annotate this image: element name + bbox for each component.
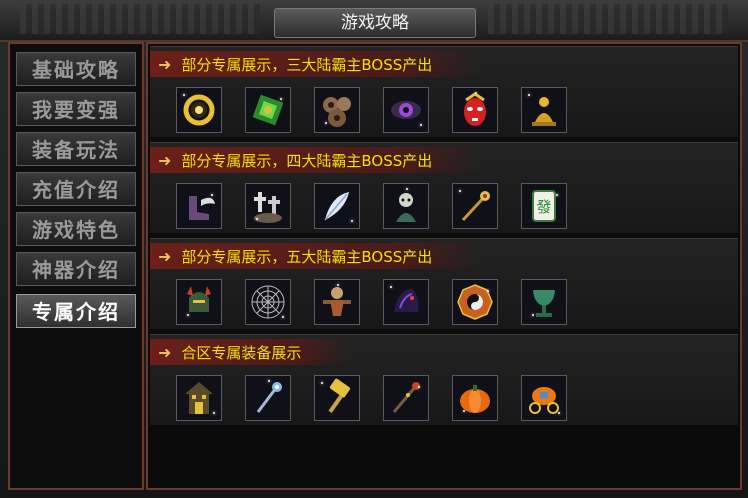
winged-boots-icon[interactable] — [176, 183, 222, 229]
sparkle-icon — [351, 220, 353, 222]
title-bar: 游戏攻略 — [0, 0, 748, 42]
title-ornament-right — [488, 4, 728, 34]
section-banner: ➜ 部分专属展示，四大陆霸主BOSS产出 — [150, 147, 483, 173]
sparkle-icon — [463, 410, 465, 412]
sparkle-icon — [406, 188, 408, 190]
golden-buddha-icon[interactable] — [521, 87, 567, 133]
white-feather-icon[interactable] — [314, 183, 360, 229]
sparkle-icon — [556, 194, 558, 196]
green-chalice-icon[interactable] — [521, 279, 567, 325]
sidebar-item-game-features[interactable]: 游戏特色 — [16, 212, 136, 246]
sparkle-icon — [337, 284, 339, 286]
gear-armor-icon[interactable] — [314, 87, 360, 133]
jade-scroll-icon[interactable] — [245, 87, 291, 133]
sparkle-icon — [532, 314, 534, 316]
spider-web-icon[interactable] — [245, 279, 291, 325]
sidebar-item-basic-guide[interactable]: 基础攻略 — [16, 52, 136, 86]
sparkle-icon — [325, 122, 327, 124]
section-title: 部分专属展示，三大陆霸主BOSS产出 — [181, 55, 433, 74]
sparkle-icon — [459, 190, 461, 192]
content-panel: ➜ 部分专属展示，三大陆霸主BOSS产出 ➜ 部分专属展示，四大陆霸主BOSS产… — [146, 42, 742, 490]
bagua-compass-icon[interactable] — [452, 279, 498, 325]
sparkle-icon — [256, 218, 258, 220]
section-title: 部分专属展示，四大陆霸主BOSS产出 — [181, 151, 433, 170]
pumpkin-carriage-icon[interactable] — [521, 375, 567, 421]
mahjong-tile-icon[interactable]: 發 — [521, 183, 567, 229]
ghost-spirit-icon[interactable] — [383, 183, 429, 229]
section-banner: ➜ 部分专属展示，五大陆霸主BOSS产出 — [150, 243, 483, 269]
sparkle-icon — [420, 124, 422, 126]
sparkle-icon — [558, 412, 560, 414]
guide-window: 游戏攻略 基础攻略 我要变强 装备玩法 充值介绍 游戏特色 神器介绍 专属介绍 … — [0, 0, 748, 498]
arrow-icon: ➜ — [158, 54, 172, 74]
red-mask-icon[interactable] — [452, 87, 498, 133]
sparkle-icon — [183, 94, 185, 96]
golden-hammer-icon[interactable] — [314, 375, 360, 421]
haunted-house-icon[interactable] — [176, 375, 222, 421]
dark-staff-icon[interactable] — [383, 375, 429, 421]
section-3-continent: ➜ 部分专属展示，三大陆霸主BOSS产出 — [150, 46, 738, 137]
section-4-continent: ➜ 部分专属展示，四大陆霸主BOSS产出 發 — [150, 142, 738, 233]
sidebar-item-get-stronger[interactable]: 我要变强 — [16, 92, 136, 126]
sidebar-item-equipment[interactable]: 装备玩法 — [16, 132, 136, 166]
section-title: 部分专属展示，五大陆霸主BOSS产出 — [181, 247, 433, 266]
demon-helmet-icon[interactable] — [176, 279, 222, 325]
sparkle-icon — [487, 290, 489, 292]
section-title: 合区专属装备展示 — [181, 343, 302, 362]
sparkle-icon — [187, 314, 189, 316]
sparkle-icon — [528, 94, 530, 96]
sparkle-icon — [475, 92, 477, 94]
section-5-continent: ➜ 部分专属展示，五大陆霸主BOSS产出 — [150, 238, 738, 329]
arrow-icon: ➜ — [158, 150, 172, 170]
sparkle-icon — [321, 382, 323, 384]
sidebar-item-artifacts[interactable]: 神器介绍 — [16, 252, 136, 286]
sparkle-icon — [213, 412, 215, 414]
sparkle-icon — [390, 286, 392, 288]
gold-ring-icon[interactable] — [176, 87, 222, 133]
section-banner: ➜ 部分专属展示，三大陆霸主BOSS产出 — [150, 51, 483, 77]
sidebar-item-recharge[interactable]: 充值介绍 — [16, 172, 136, 206]
arrow-icon: ➜ — [158, 342, 172, 362]
tombstone-cross-icon[interactable] — [245, 183, 291, 229]
section-merged-server: ➜ 合区专属装备展示 — [150, 334, 738, 425]
sparkle-icon — [282, 316, 284, 318]
window-title: 游戏攻略 — [274, 8, 476, 38]
dark-cloak-icon[interactable] — [383, 279, 429, 325]
purple-eye-icon[interactable] — [383, 87, 429, 133]
sparkle-icon — [268, 380, 270, 382]
ornate-scepter-icon[interactable] — [245, 375, 291, 421]
arrow-icon: ➜ — [158, 246, 172, 266]
golden-staff-icon[interactable] — [452, 183, 498, 229]
sparkle-icon — [211, 194, 213, 196]
section-banner: ➜ 合区专属装备展示 — [150, 339, 352, 365]
sparkle-icon — [418, 386, 420, 388]
pumpkin-icon[interactable] — [452, 375, 498, 421]
title-ornament-left — [20, 4, 260, 34]
scarecrow-icon[interactable] — [314, 279, 360, 325]
sidebar-item-exclusive[interactable]: 专属介绍 — [16, 294, 136, 328]
sidebar-menu: 基础攻略 我要变强 装备玩法 充值介绍 游戏特色 神器介绍 专属介绍 — [8, 42, 144, 490]
sparkle-icon — [280, 98, 282, 100]
mahjong-tile-character: 發 — [536, 198, 551, 216]
